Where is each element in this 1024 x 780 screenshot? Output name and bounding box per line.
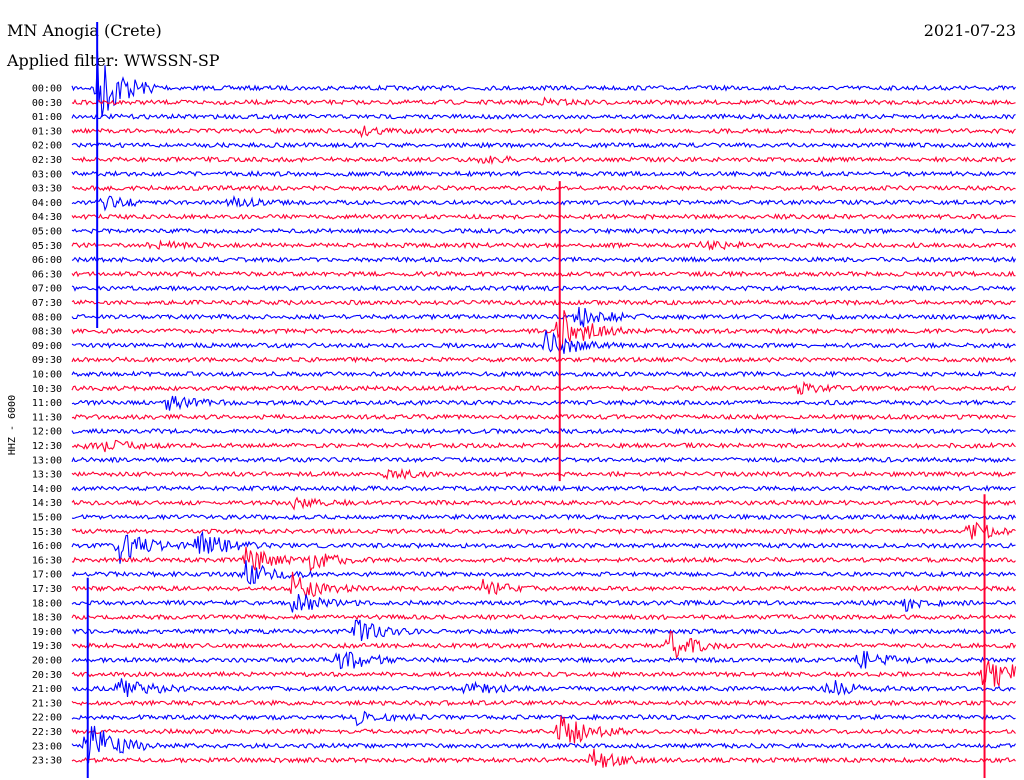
time-tick-label: 17:30 [32, 584, 62, 595]
time-tick-label: 14:00 [32, 484, 62, 495]
time-tick-label: 08:30 [32, 327, 62, 338]
trace-row [71, 141, 1016, 149]
trace-row [72, 619, 1016, 642]
trace-row [71, 330, 1016, 354]
time-tick-label: 13:00 [32, 455, 62, 466]
time-tick-label: 01:30 [32, 126, 62, 137]
trace-row [71, 380, 1016, 395]
trace-row [71, 270, 1016, 278]
time-tick-label: 03:30 [32, 184, 62, 195]
time-tick-label: 19:00 [32, 627, 62, 638]
date-label: 2021-07-23 [924, 21, 1016, 40]
trace-row [71, 748, 1016, 768]
time-tick-label: 11:30 [32, 412, 62, 423]
trace-row [71, 467, 1016, 481]
trace-row [71, 715, 1016, 744]
time-tick-label: 04:30 [32, 212, 62, 223]
trace-row [71, 125, 1016, 139]
time-labels: 00:00 00:30 01:00 01:30 02:00 02:30 03:00 03:30… [32, 84, 62, 767]
time-tick-label: 18:00 [32, 598, 62, 609]
trace-row [71, 710, 1016, 727]
trace-row [71, 513, 1016, 521]
time-tick-label: 21:00 [32, 684, 62, 695]
time-tick-label: 14:30 [32, 498, 62, 509]
trace-row [71, 699, 1016, 707]
trace-row [71, 650, 1016, 670]
time-tick-label: 07:00 [32, 284, 62, 295]
trace-row [71, 560, 1016, 585]
time-tick-label: 12:00 [32, 427, 62, 438]
trace-row [71, 456, 1016, 464]
time-tick-label: 21:30 [32, 698, 62, 709]
channel-label: HHZ - 6000 [7, 395, 18, 455]
time-tick-label: 00:00 [32, 84, 62, 95]
time-tick-label: 05:30 [32, 241, 62, 252]
trace-row [71, 194, 1016, 212]
trace-row [71, 284, 1016, 292]
time-tick-label: 06:00 [32, 255, 62, 266]
time-tick-label: 02:30 [32, 155, 62, 166]
trace-row [71, 613, 1016, 621]
time-tick-label: 20:00 [32, 656, 62, 667]
time-tick-label: 23:00 [32, 741, 62, 752]
trace-row [71, 112, 1016, 120]
time-tick-label: 15:30 [32, 527, 62, 538]
time-tick-label: 09:00 [32, 341, 62, 352]
time-tick-label: 13:30 [32, 470, 62, 481]
station-title: MN Anogia (Crete) [7, 21, 162, 40]
time-tick-label: 01:00 [32, 112, 62, 123]
trace-row [71, 213, 1016, 221]
time-tick-label: 04:00 [32, 198, 62, 209]
time-tick-label: 07:30 [32, 298, 62, 309]
trace-row [71, 395, 1016, 411]
time-tick-label: 15:00 [32, 513, 62, 524]
trace-row [71, 356, 1016, 364]
trace-row [71, 306, 1016, 328]
time-tick-label: 05:00 [32, 227, 62, 238]
time-tick-label: 19:30 [32, 641, 62, 652]
trace-row [71, 678, 1016, 698]
time-tick-label: 02:00 [32, 141, 62, 152]
trace-row [71, 227, 1016, 235]
trace-row [71, 439, 1016, 453]
time-tick-label: 08:00 [32, 312, 62, 323]
trace-row [71, 630, 1016, 659]
time-tick-label: 03:00 [32, 169, 62, 180]
helicorder-chart: MN Anogia (Crete) 2021-07-23 Applied fil… [6, 21, 1017, 778]
time-tick-label: 20:30 [32, 670, 62, 681]
time-tick-label: 16:00 [32, 541, 62, 552]
time-tick-label: 00:30 [32, 98, 62, 109]
time-tick-label: 12:30 [32, 441, 62, 452]
trace-row [71, 155, 1016, 166]
trace-row [71, 660, 1017, 688]
trace-row [71, 299, 1016, 307]
time-tick-label: 10:00 [32, 370, 62, 381]
trace-row [71, 496, 1017, 511]
time-tick-label: 16:30 [32, 555, 62, 566]
time-tick-label: 17:00 [32, 570, 62, 581]
trace-row [71, 239, 1016, 251]
time-tick-label: 22:30 [32, 727, 62, 738]
trace-row [71, 256, 1016, 264]
trace-row [71, 413, 1016, 421]
trace-row [71, 370, 1017, 378]
trace-row [71, 427, 1016, 435]
time-tick-label: 09:30 [32, 355, 62, 366]
time-tick-label: 06:30 [32, 269, 62, 280]
trace-row [71, 484, 1016, 493]
time-tick-label: 11:00 [32, 398, 62, 409]
trace-row [71, 170, 1016, 178]
traces [71, 50, 1017, 768]
trace-row [71, 521, 1016, 540]
trace-row [71, 546, 1016, 573]
time-tick-label: 18:30 [32, 613, 62, 624]
time-tick-label: 10:30 [32, 384, 62, 395]
time-tick-label: 23:30 [32, 756, 62, 767]
trace-row [71, 184, 1016, 192]
trace-row [71, 593, 1016, 613]
time-tick-label: 22:00 [32, 713, 62, 724]
trace-row [71, 96, 1016, 106]
filter-label: Applied filter: WWSSN-SP [6, 51, 220, 70]
